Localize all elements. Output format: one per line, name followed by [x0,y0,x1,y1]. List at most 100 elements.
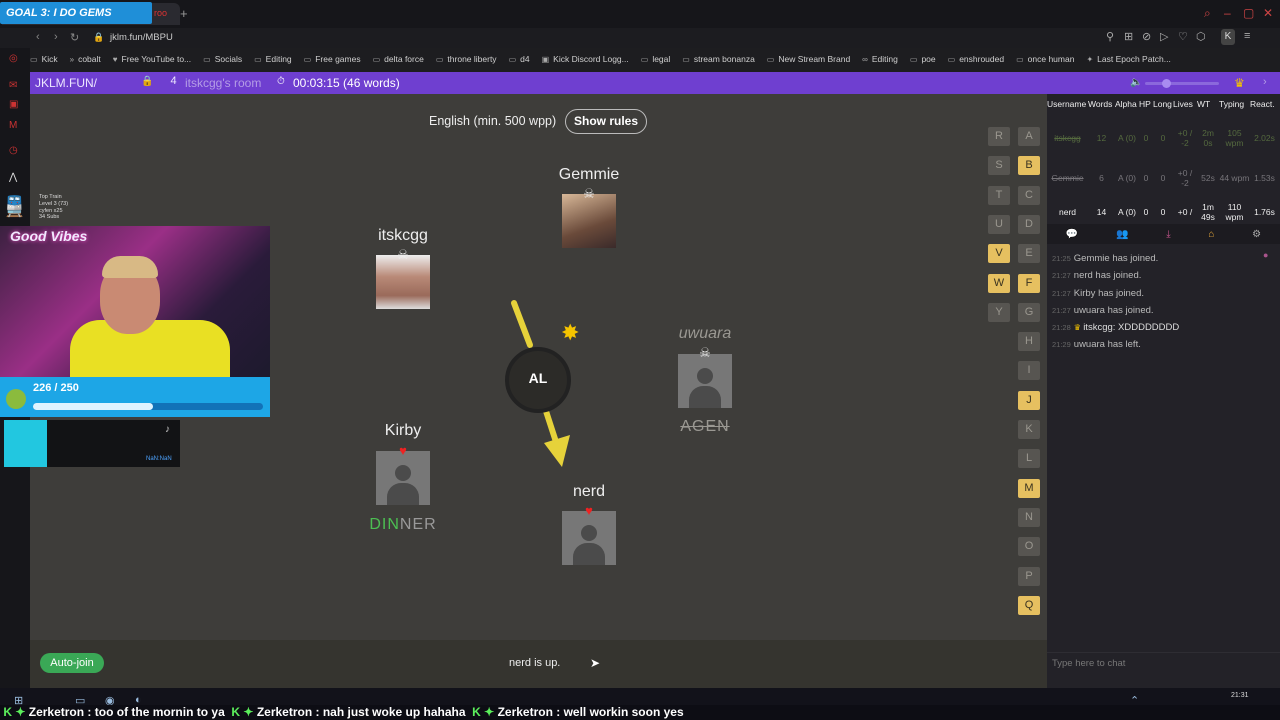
row-wt: 2m 0s [1202,128,1214,148]
bookmark-item[interactable]: ▭ Free games [304,54,361,64]
sub-goal-count: 226 / 250 [33,382,79,394]
folder-icon: ▭ [254,54,262,64]
lock-icon: 🔒 [93,32,105,42]
crown-icon[interactable]: ♛ [1234,76,1245,90]
site-link[interactable]: JKLM.FUN/ [35,76,97,90]
clock-icon: ⏱ [277,76,285,87]
volume-knob[interactable] [1162,79,1171,88]
ticker-message: Zerketron : nah just woke up hahaha [256,705,466,719]
back-icon[interactable]: ‹ [36,31,40,43]
folder-icon: ▭ [508,54,517,64]
sidebar-icon[interactable]: ◎ [9,53,18,64]
minimize-icon[interactable]: – [1224,6,1231,20]
bookmark-item[interactable]: ▭ delta force [373,54,424,64]
fullscreen-icon[interactable]: › [1263,76,1267,88]
bookmark-item[interactable]: ✦ Last Epoch Patch... [1086,54,1170,64]
letter-tile: L [1018,449,1040,469]
sidebar-icon[interactable]: M [9,120,17,131]
browser-tab-bar [0,0,1280,28]
row-username: Gemmie [1051,173,1084,183]
letter-tile: U [988,214,1010,234]
row-hp: 0 [1143,133,1149,143]
volume-slider[interactable] [1145,82,1219,85]
column-header: Long [1153,99,1172,109]
letter-tile: P [1018,566,1040,586]
chat-message: 21:29 uwuara has left. [1052,339,1141,351]
row-typing: 105 wpm [1225,128,1244,148]
pin-icon[interactable]: ⚲ [1106,30,1114,43]
player-avatar [376,255,430,309]
bookmark-item[interactable]: ▭ throne liberty [436,54,497,64]
chat-input[interactable]: Type here to chat [1047,652,1280,674]
chat-message: 21:27 uwuara has joined. [1052,304,1154,316]
scoreboard-row: nerd 14 A (0) 0 0 +0 / 1m 49s 110 wpm 1.… [1047,200,1280,224]
column-header: HP [1139,99,1151,109]
bookmark-item[interactable]: ▭ Kick [30,54,58,64]
url-input[interactable]: jklm.fun/MBPU [110,32,173,43]
menu-icon[interactable]: ≡ [1244,30,1250,42]
player-name: uwuara [678,325,732,342]
bookmark-item[interactable]: ▭ poe [910,54,936,64]
sidebar-icon[interactable]: ⋀ [9,172,17,183]
bookmark-item[interactable]: ▣ Kick Discord Logg... [542,54,629,64]
letter-tile: H [1018,332,1040,352]
play-icon[interactable]: ▷ [1160,30,1168,43]
bookmark-item[interactable]: ▭ legal [641,54,671,64]
folder-icon: ▭ [372,54,381,64]
scoreboard-header: Username Words Alpha HP Long Lives WT Ty… [1047,99,1280,115]
letter-tile: G [1018,302,1040,322]
good-vibes-sign: Good Vibes [10,228,88,244]
row-alpha: A (0) [1118,133,1136,143]
search-icon[interactable]: ⌕ [1204,6,1211,21]
chat-message: 21:27 Kirby has joined. [1052,287,1145,299]
bookmark-item[interactable]: ▭ once human [1016,54,1074,64]
lock-icon: 🔒 [141,76,154,87]
bookmark-item[interactable]: ▭ stream bonanza [682,54,755,64]
new-tab-button[interactable]: + [180,6,188,21]
show-rules-button[interactable]: Show rules [565,109,647,134]
bookmark-item[interactable]: ▭ New Stream Brand [767,54,850,64]
profile-avatar[interactable]: K [1221,29,1235,45]
users-icon[interactable]: 👥 [1116,229,1128,240]
row-lives: +0 / -2 [1177,168,1193,188]
scoreboard-row: Gemmie 6 A (0) 0 0 +0 / -2 52s 44 wpm 1.… [1047,158,1280,198]
chat-icon[interactable]: 💬 [1066,229,1078,240]
bookmark-item[interactable]: ♥ Free YouTube to... [113,54,191,64]
emoji-icon[interactable]: ● [1263,250,1268,260]
screenshot-icon[interactable]: ⊞ [1124,30,1133,43]
bookmark-item[interactable]: ▭ Editing [254,54,292,64]
sidebar-icon[interactable]: ▣ [9,99,18,110]
forward-icon[interactable]: › [54,31,58,43]
row-words: 6 [1099,173,1104,183]
auto-join-toggle[interactable]: Auto-join [40,653,104,673]
bookmark-item[interactable]: » cobalt [70,54,101,64]
heart-icon[interactable]: ♡ [1178,30,1188,43]
download-icon[interactable]: ⤓ [1166,229,1170,240]
letter-tile: E [1018,244,1040,264]
volume-icon[interactable]: 🔈 [1130,77,1142,88]
room-icon[interactable]: ⌂ [1208,229,1214,240]
chat-message: 21:28 ♛ itskcgg: XDDDDDDDD [1052,322,1180,334]
player-count: 4 [170,75,177,87]
shield-icon[interactable]: ⊘ [1142,30,1151,43]
rules-summary: English (min. 500 wpp) [429,114,557,128]
sidebar-icon[interactable]: ✉ [9,80,17,91]
row-words: 14 [1096,207,1107,217]
column-header: Lives [1173,99,1193,109]
bookmark-item[interactable]: ▭ d4 [509,54,530,64]
bookmark-item[interactable]: ▭ Socials [203,54,242,64]
row-long: 0 [1160,173,1166,183]
settings-gear-icon[interactable]: ⚙ [1252,229,1261,240]
player-avatar [562,511,616,565]
sidebar-icon[interactable]: ◷ [9,145,18,156]
extensions-icon[interactable]: ⬡ [1196,30,1206,43]
reload-icon[interactable]: ↻ [70,31,79,44]
skull-icon: ☠ [583,186,595,201]
bookmark-item[interactable]: ∞ Editing [862,54,898,64]
close-icon[interactable]: ✕ [1263,6,1273,20]
row-react: 1.53s [1254,173,1275,183]
maximize-icon[interactable]: ▢ [1243,6,1254,20]
scoreboard-row: itskcgg 12 A (0) 0 0 +0 / -2 2m 0s 105 w… [1047,118,1280,158]
bookmark-item[interactable]: ▭ enshrouded [948,54,1004,64]
address-bar [0,28,1280,48]
